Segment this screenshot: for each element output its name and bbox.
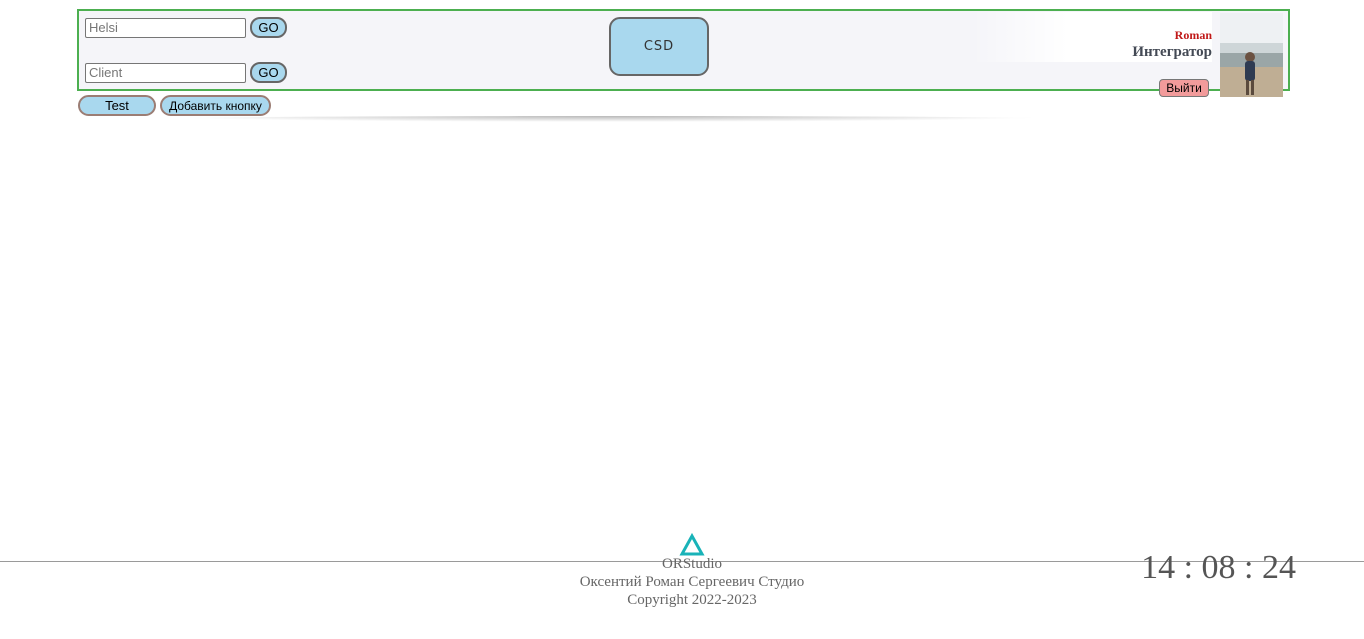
clock: 14 : 08 : 24 [1141, 549, 1296, 586]
user-name: Roman [1174, 28, 1212, 42]
user-info: Roman Интегратор [972, 12, 1212, 62]
triangle-logo-icon [679, 533, 705, 556]
logout-button[interactable]: Выйти [1159, 79, 1209, 97]
client-search-row: GO [85, 62, 287, 83]
header-bar: GO GO CSD Roman Интегратор [77, 9, 1290, 91]
header-shadow-divider [150, 116, 1070, 122]
test-button[interactable]: Test [78, 95, 156, 116]
footer-brand: ORStudio [661, 556, 722, 572]
add-button-button[interactable]: Добавить кнопку [160, 95, 271, 116]
avatar [1220, 13, 1283, 97]
avatar-photo [1220, 13, 1283, 97]
csd-button[interactable]: CSD [609, 17, 709, 76]
helsi-search-input[interactable] [85, 17, 246, 38]
client-go-button[interactable]: GO [250, 62, 287, 83]
user-role: Интегратор [1132, 44, 1212, 60]
footer-owner: Оксентий Роман Сергеевич Студио [579, 574, 805, 590]
footer-copyright: Copyright 2022-2023 [627, 592, 757, 608]
helsi-go-button[interactable]: GO [250, 17, 287, 38]
client-search-input[interactable] [85, 62, 246, 83]
helsi-search-row: GO [85, 17, 287, 38]
